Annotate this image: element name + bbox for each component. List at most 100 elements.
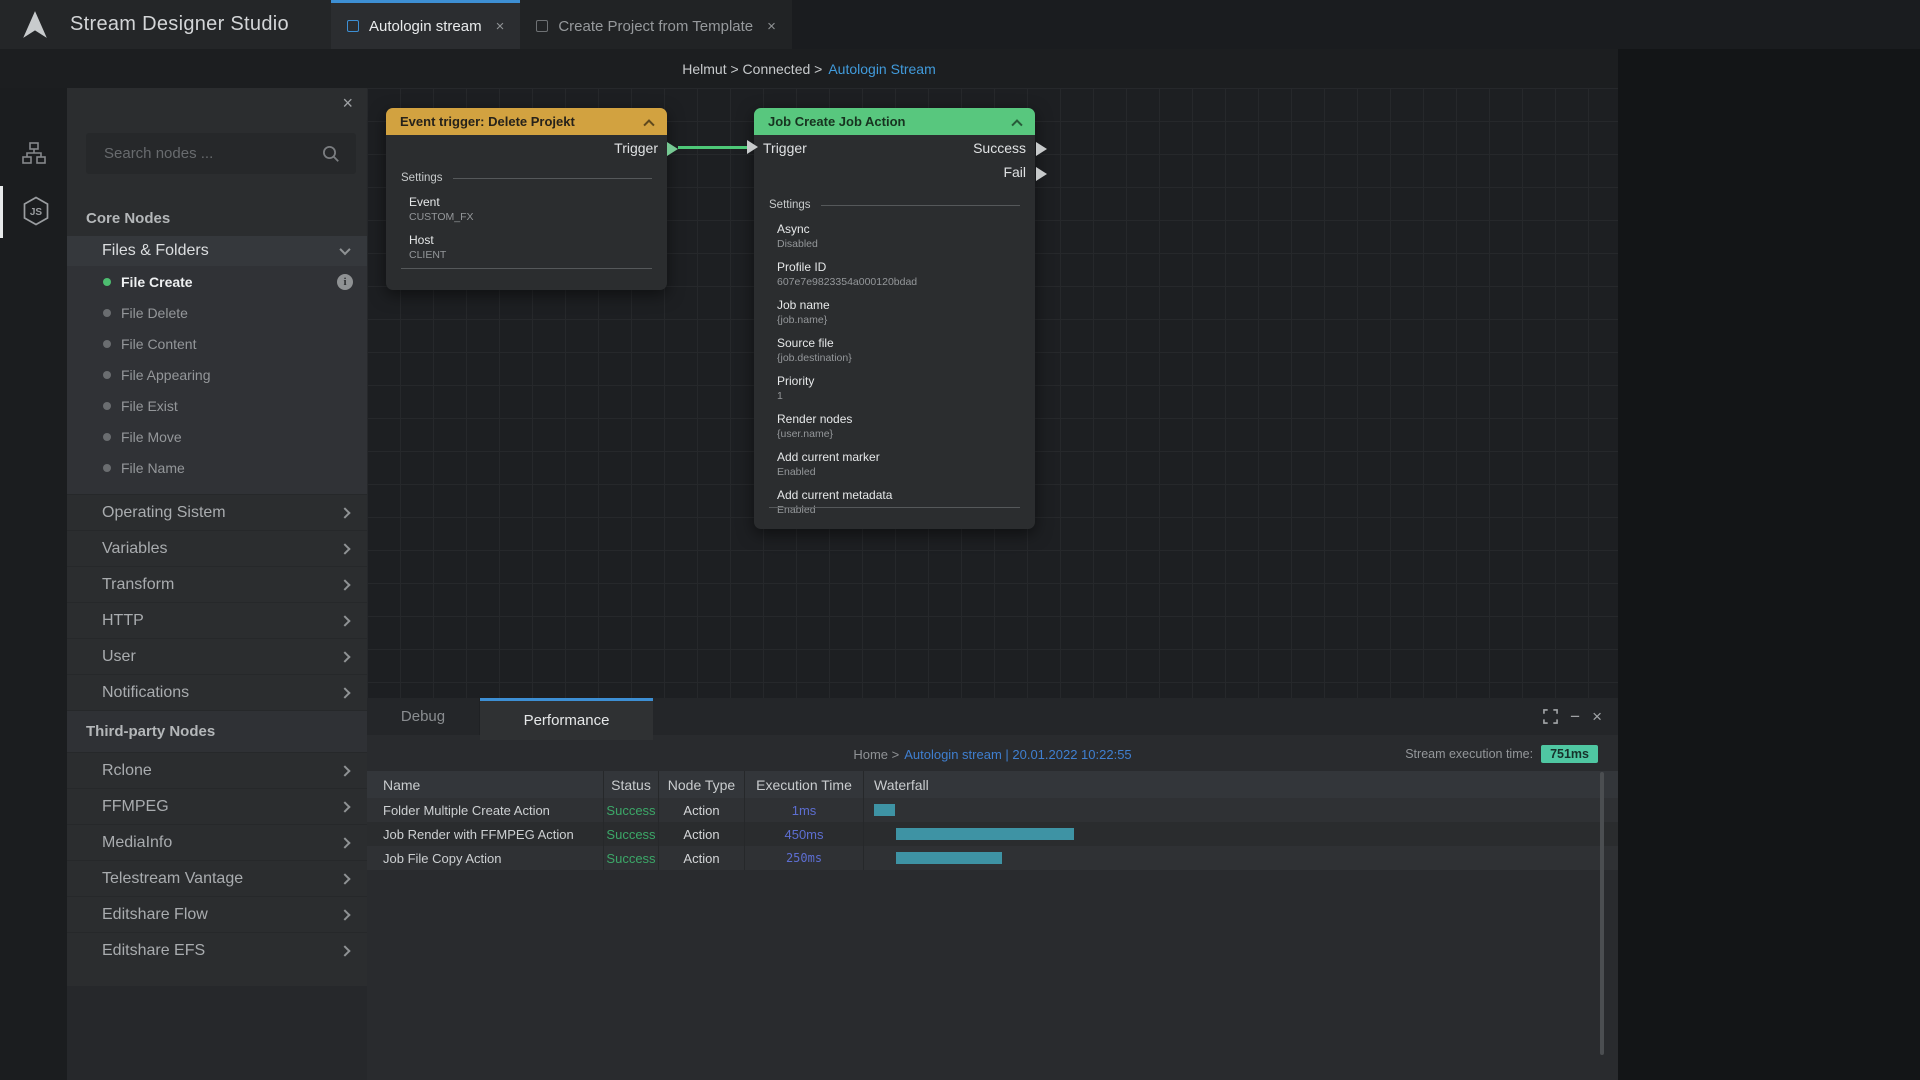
panel-breadcrumb-home[interactable]: Home >	[853, 747, 899, 762]
output-port-trigger[interactable]: Trigger	[614, 140, 658, 156]
group-row-telestream-vantage[interactable]: Telestream Vantage	[67, 860, 367, 896]
group-label: FFMPEG	[102, 798, 169, 816]
js-nodes-icon[interactable]: JS	[22, 196, 50, 226]
group-row-files-folders[interactable]: Files & Folders	[67, 236, 367, 266]
tab-create-project[interactable]: Create Project from Template ×	[520, 0, 792, 49]
group-row-rclone[interactable]: Rclone	[67, 752, 367, 788]
node-item-file-move[interactable]: File Move	[67, 421, 367, 452]
node-item-file-name[interactable]: File Name	[67, 452, 367, 483]
success-port-arrow-icon[interactable]	[1036, 142, 1047, 156]
table-row: Folder Multiple Create Action Success Ac…	[367, 798, 1618, 822]
group-label: Files & Folders	[102, 242, 209, 260]
group-row-operating-sistem[interactable]: Operating Sistem	[67, 494, 367, 530]
panel-breadcrumb-current-link[interactable]: Autologin stream | 20.01.2022 10:22:55	[904, 747, 1131, 762]
cell-node-type: Action	[659, 846, 745, 870]
group-row-user[interactable]: User	[67, 638, 367, 674]
node-job-create-job-action[interactable]: Job Create Job Action Trigger Success Fa…	[754, 108, 1035, 529]
group-label: Operating Sistem	[102, 504, 226, 522]
execution-time-label: Stream execution time:	[1405, 747, 1533, 761]
expand-panel-icon[interactable]	[1543, 709, 1558, 724]
output-port-fail[interactable]: Fail	[1003, 164, 1026, 180]
group-row-transform[interactable]: Transform	[67, 566, 367, 602]
cell-execution-time: 450ms	[745, 822, 864, 846]
node-field-add-current-metadata: Add current metadata Enabled	[754, 488, 1035, 517]
connection-wire[interactable]	[678, 146, 747, 149]
rail-active-indicator	[0, 186, 3, 238]
group-row-editshare-flow[interactable]: Editshare Flow	[67, 896, 367, 932]
field-label: Host	[409, 233, 667, 248]
node-item-file-delete[interactable]: File Delete	[67, 297, 367, 328]
settings-label: Settings	[769, 199, 811, 211]
minimize-panel-icon[interactable]: −	[1570, 708, 1580, 725]
wire-arrowhead-icon	[747, 140, 758, 154]
node-item-file-exist[interactable]: File Exist	[67, 390, 367, 421]
table-row: Job File Copy Action Success Action 250m…	[367, 846, 1618, 870]
breadcrumb-path: Helmut > Connected >	[682, 61, 822, 77]
node-field-async: Async Disabled	[754, 222, 1035, 251]
close-panel-icon[interactable]: ×	[1592, 708, 1602, 725]
app-logo-area: Stream Designer Studio	[0, 0, 331, 49]
panel-scrollbar[interactable]	[1600, 772, 1604, 1055]
canvas-void-area	[1618, 49, 1920, 1080]
node-item-label: File Delete	[121, 305, 188, 321]
node-header[interactable]: Event trigger: Delete Projekt	[386, 108, 667, 135]
chevron-right-icon	[339, 801, 350, 812]
input-port-trigger[interactable]: Trigger	[763, 140, 807, 156]
group-label: Transform	[102, 576, 174, 594]
node-dot-icon	[103, 278, 111, 286]
node-item-file-content[interactable]: File Content	[67, 328, 367, 359]
group-row-mediainfo[interactable]: MediaInfo	[67, 824, 367, 860]
node-item-label: File Appearing	[121, 367, 211, 383]
fail-port-arrow-icon[interactable]	[1036, 167, 1047, 181]
node-field-source-file: Source file {job.destination}	[754, 336, 1035, 365]
column-header-waterfall: Waterfall	[864, 771, 1618, 798]
node-field-host: Host CLIENT	[386, 233, 667, 262]
group-row-notifications[interactable]: Notifications	[67, 674, 367, 710]
node-dot-icon	[103, 309, 111, 317]
node-header[interactable]: Job Create Job Action	[754, 108, 1035, 135]
cell-name: Job Render with FFMPEG Action	[367, 822, 604, 846]
field-value: Enabled	[777, 465, 1035, 479]
group-label: Telestream Vantage	[102, 870, 243, 888]
node-field-priority: Priority 1	[754, 374, 1035, 403]
waterfall-bar	[874, 804, 895, 816]
node-item-file-appearing[interactable]: File Appearing	[67, 359, 367, 390]
status-badge: Success	[604, 798, 659, 822]
tab-performance[interactable]: Performance	[480, 698, 653, 740]
node-dot-icon	[103, 340, 111, 348]
sidebar-close-icon[interactable]: ×	[342, 94, 353, 112]
node-field-add-current-marker: Add current marker Enabled	[754, 450, 1035, 479]
field-label: Async	[777, 222, 1035, 237]
group-row-ffmpeg[interactable]: FFMPEG	[67, 788, 367, 824]
tab-label: Create Project from Template	[558, 18, 753, 35]
field-value: CLIENT	[409, 248, 667, 262]
flowchart-icon[interactable]	[22, 142, 46, 164]
field-value: CUSTOM_FX	[409, 210, 667, 224]
group-row-http[interactable]: HTTP	[67, 602, 367, 638]
tab-autologin-stream[interactable]: Autologin stream ×	[331, 0, 520, 49]
tab-close-icon[interactable]: ×	[767, 19, 776, 34]
group-label: MediaInfo	[102, 834, 172, 852]
output-port-arrow-icon[interactable]	[667, 142, 678, 156]
panel-tab-strip: Debug Performance − ×	[367, 698, 1618, 735]
section-header-core-nodes: Core Nodes	[67, 200, 367, 236]
group-files-folders-expanded: Files & Folders File Create i File Delet…	[67, 236, 367, 494]
group-row-variables[interactable]: Variables	[67, 530, 367, 566]
collapse-chevron-icon[interactable]	[643, 119, 654, 130]
status-badge: Success	[604, 846, 659, 870]
node-item-file-create[interactable]: File Create i	[67, 266, 367, 297]
output-port-success[interactable]: Success	[973, 140, 1026, 156]
collapse-chevron-icon[interactable]	[1011, 119, 1022, 130]
chevron-right-icon	[339, 837, 350, 848]
node-event-trigger-delete-projekt[interactable]: Event trigger: Delete Projekt Trigger Se…	[386, 108, 667, 290]
tab-close-icon[interactable]: ×	[496, 19, 505, 34]
tab-debug[interactable]: Debug	[367, 698, 480, 735]
group-row-editshare-efs[interactable]: Editshare EFS	[67, 932, 367, 968]
waterfall-bar	[896, 852, 1002, 864]
node-item-label: File Exist	[121, 398, 178, 414]
search-input[interactable]	[86, 133, 356, 174]
chevron-right-icon	[339, 651, 350, 662]
breadcrumb: Helmut > Connected > Autologin Stream	[0, 49, 1618, 88]
breadcrumb-current-link[interactable]: Autologin Stream	[828, 61, 935, 77]
info-icon[interactable]: i	[337, 274, 353, 290]
